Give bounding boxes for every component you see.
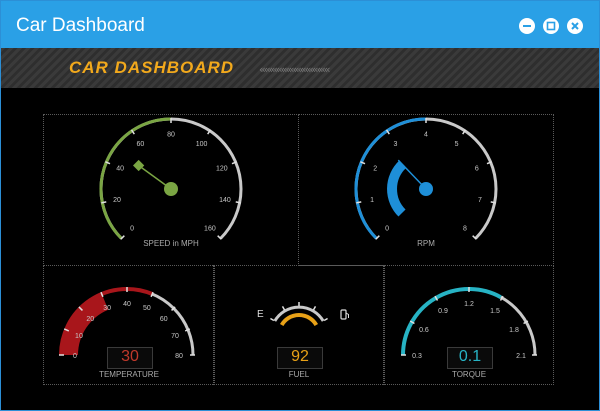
gauge-tick-label: 80 <box>175 353 183 360</box>
torque-value: 0.1 <box>447 347 493 369</box>
fuel-gauge <box>270 302 328 327</box>
gauge-tick-label: 100 <box>196 141 208 148</box>
gauge-tick-label: 0 <box>385 225 389 232</box>
gauge-tick-label: 4 <box>424 132 428 139</box>
gauge-tick-label: 140 <box>219 197 231 204</box>
rpm-value-band <box>387 160 407 217</box>
gauge-tick-label: 6 <box>475 165 479 172</box>
fuel-tick <box>281 306 286 311</box>
temperature-label: TEMPERATURE <box>99 370 159 379</box>
gauge-tick-label: 50 <box>143 305 151 312</box>
gauge-tick-label: 0 <box>73 353 77 360</box>
gauge-tick-label: 2 <box>373 165 377 172</box>
speed-needle-hub <box>164 182 178 196</box>
gauge-tick-label: 60 <box>137 141 145 148</box>
rpm-gauge: 0 1 2 3 4 5 6 7 8 <box>354 117 498 240</box>
fuel-tick <box>270 317 275 322</box>
fuel-tick <box>323 317 328 322</box>
maximize-icon <box>546 21 556 31</box>
gauge-tick <box>101 201 107 204</box>
gauge-tick-label: 30 <box>103 305 111 312</box>
fuel-tick <box>312 306 317 311</box>
minimize-button[interactable] <box>519 18 535 34</box>
speed-needle-tip <box>132 159 145 172</box>
gauge-tick <box>356 201 362 204</box>
gauge-tick-label: 40 <box>123 301 131 308</box>
window-title: Car Dashboard <box>16 15 145 36</box>
dashboard-banner: CAR DASHBOARD ‹‹‹‹‹‹‹‹‹‹‹‹‹‹‹‹‹‹‹‹‹‹‹‹‹‹… <box>1 48 599 88</box>
gauge-tick-label: 160 <box>204 225 216 232</box>
gauge-tick-label: 0.3 <box>412 353 422 360</box>
gauge-tick-label: 1.8 <box>509 327 519 334</box>
chevron-strip-icon: ‹‹‹‹‹‹‹‹‹‹‹‹‹‹‹‹‹‹‹‹‹‹‹‹‹‹‹‹‹ <box>259 63 331 76</box>
gauge-tick-label: 80 <box>167 132 175 139</box>
gauge-tick-label: 2.1 <box>516 353 526 360</box>
gauge-tick-label: 8 <box>463 225 467 232</box>
gauge-tick-label: 5 <box>455 141 459 148</box>
gauge-track <box>401 287 537 356</box>
fuel-pump-icon <box>340 309 349 320</box>
close-button[interactable] <box>567 18 583 34</box>
speed-label: SPEED in MPH <box>143 239 199 248</box>
gauge-tick-label: 70 <box>171 333 179 340</box>
gauge-tick <box>235 201 241 204</box>
close-icon <box>571 22 579 30</box>
temperature-value: 30 <box>107 347 153 369</box>
gauge-tick-label: 1.5 <box>490 308 500 315</box>
temperature-value-band <box>62 294 109 356</box>
fuel-level-band <box>279 313 319 327</box>
gauge-tick-label: 1.2 <box>464 301 474 308</box>
app-window: Car Dashboard CAR DASHBOARD ‹‹‹‹‹‹‹‹‹‹‹‹… <box>0 0 600 411</box>
gauge-tick-label: 10 <box>75 333 83 340</box>
gauge-tick-label: 3 <box>393 141 397 148</box>
gauge-tick-label: 40 <box>116 165 124 172</box>
gauge-tick-label: 20 <box>113 197 121 204</box>
fuel-label: FUEL <box>288 370 310 379</box>
title-bar: Car Dashboard <box>1 1 599 48</box>
gauge-tick-label: 0.6 <box>419 327 429 334</box>
rpm-label: RPM <box>417 239 435 248</box>
gauge-tick-label: 20 <box>86 316 94 323</box>
gauge-tick-label: 1 <box>370 197 374 204</box>
minimize-icon <box>523 25 531 27</box>
gauge-tick-label: 120 <box>216 165 228 172</box>
speed-gauge: 0 20 40 60 80 100 120 140 160 <box>99 117 243 240</box>
gauge-color-band <box>401 287 502 356</box>
gauge-tick-label: 60 <box>160 316 168 323</box>
fuel-empty-mark: E <box>257 309 264 320</box>
maximize-button[interactable] <box>543 18 559 34</box>
banner-title: CAR DASHBOARD <box>69 58 235 77</box>
torque-label: TORQUE <box>451 370 487 379</box>
gauge-tick-label: 7 <box>478 197 482 204</box>
gauge-tick-label: 0.9 <box>438 308 448 315</box>
gauge-color-band <box>99 117 172 240</box>
fuel-value: 92 <box>277 347 323 369</box>
gauge-tick <box>490 201 496 204</box>
rpm-needle-hub <box>419 182 433 196</box>
gauge-tick-label: 0 <box>130 225 134 232</box>
